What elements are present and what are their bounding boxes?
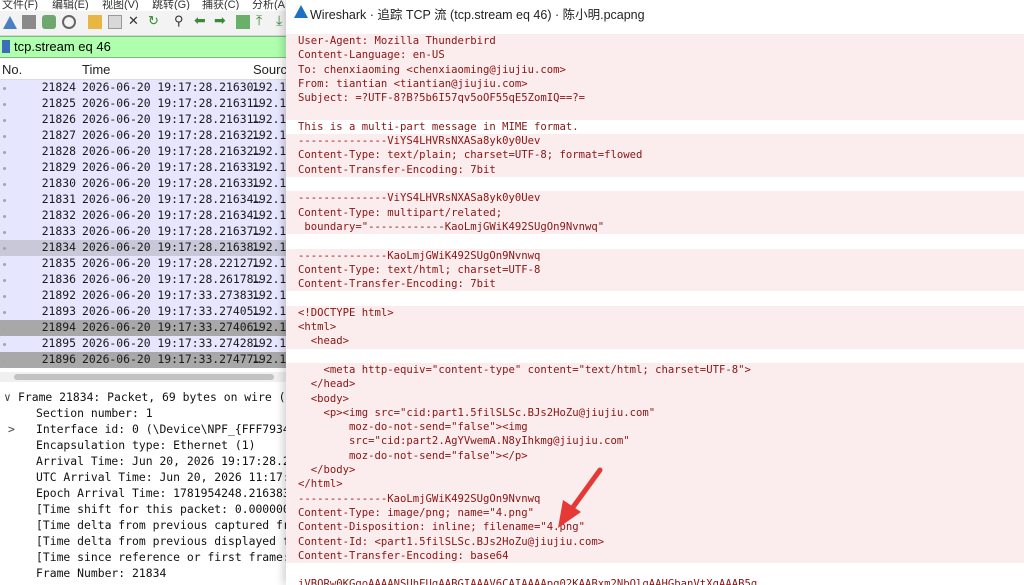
red-arrow-annotation (558, 467, 603, 528)
